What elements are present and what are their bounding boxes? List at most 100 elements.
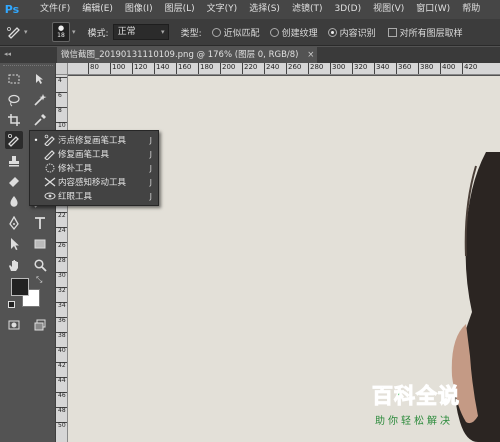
type-icon (35, 217, 45, 229)
ruler-tick-label: 260 (286, 63, 301, 74)
options-bar: ▾ ● 18 ▾ 模式: 正常 ▾ 类型: 近似匹配 创建纹理 内容识别 对所有… (0, 19, 500, 46)
screen-mode-icon (34, 319, 46, 331)
sample-all-layers-label: 对所有图层取样 (399, 28, 463, 39)
crop-tool[interactable] (5, 111, 23, 129)
menu-layer[interactable]: 图层(L) (159, 0, 201, 19)
menu-image[interactable]: 图像(I) (119, 0, 159, 19)
ruler-tick-label: 42 (56, 362, 67, 369)
menu-view[interactable]: 视图(V) (367, 0, 410, 19)
ruler-tick-label: 32 (56, 287, 67, 294)
ruler-tick-label: 360 (396, 63, 411, 74)
ruler-tick-label: 300 (330, 63, 345, 74)
menu-filter[interactable]: 滤镜(T) (286, 0, 329, 19)
radio-proximity-match[interactable] (211, 27, 221, 37)
panel-grip[interactable] (3, 65, 53, 68)
brush-size-picker[interactable]: ● 18 (52, 22, 70, 42)
mode-label: 模式: (87, 28, 109, 39)
shortcut-key: J (149, 163, 152, 173)
quick-mask-button[interactable] (5, 316, 23, 334)
blur-tool[interactable] (5, 193, 23, 211)
clone-stamp-tool[interactable] (5, 152, 23, 170)
ruler-tick-label: 340 (374, 63, 389, 74)
spot-healing-brush-tool[interactable] (5, 131, 23, 149)
rectangle-tool[interactable] (31, 235, 49, 253)
shortcut-key: J (149, 177, 152, 187)
hand-icon (9, 260, 18, 271)
ruler-tick-label: 80 (88, 63, 99, 74)
path-selection-tool[interactable] (5, 235, 23, 253)
marquee-tool[interactable] (5, 70, 23, 88)
ruler-tick-label: 34 (56, 302, 67, 309)
menu-3d[interactable]: 3D(D) (328, 0, 367, 19)
flyout-item-spot-healing-brush[interactable]: • 污点修复画笔工具 J (30, 133, 158, 147)
radio-content-aware-label: 内容识别 (339, 28, 376, 39)
flyout-item-red-eye[interactable]: 红眼工具 J (30, 189, 158, 203)
radio-create-texture[interactable] (269, 27, 279, 37)
ruler-tick-label: 320 (352, 63, 367, 74)
ruler-tick-label: 200 (220, 63, 235, 74)
pen-tool[interactable] (5, 214, 23, 232)
menu-bar: Ps 文件(F) 编辑(E) 图像(I) 图层(L) 文字(Y) 选择(S) 滤… (0, 0, 500, 19)
document-tab-title: 微信截图_20190131110109.png @ 176% (图层 0, RG… (61, 50, 299, 60)
document-tab[interactable]: 微信截图_20190131110109.png @ 176% (图层 0, RG… (57, 47, 317, 63)
menu-file[interactable]: 文件(F) (34, 0, 76, 19)
type-tool[interactable] (31, 214, 49, 232)
menu-type[interactable]: 文字(Y) (201, 0, 244, 19)
ruler-tick-label: 46 (56, 392, 67, 399)
foreground-color-swatch[interactable] (11, 278, 29, 296)
photoshop-logo[interactable]: Ps (2, 0, 22, 19)
ruler-tick-label: 380 (418, 63, 433, 74)
horizontal-ruler: 80 100 120 140 160 180 200 220 240 260 280 300 320 34… (68, 63, 500, 75)
close-icon[interactable]: × (307, 50, 314, 60)
magic-wand-tool[interactable] (31, 91, 49, 109)
ruler-tick-label: 160 (176, 63, 191, 74)
move-tool[interactable] (31, 70, 49, 88)
magic-wand-icon (34, 94, 47, 106)
pen-icon (9, 216, 19, 230)
content-aware-move-icon (44, 177, 56, 187)
ruler-tick-label: 280 (308, 63, 323, 74)
ruler-tick-label: 40 (56, 347, 67, 354)
eyedropper-tool[interactable] (31, 111, 49, 129)
sample-all-layers-checkbox[interactable] (387, 27, 397, 37)
ruler-origin[interactable] (56, 63, 68, 75)
swap-colors-icon[interactable]: ⤡ (36, 275, 42, 285)
tool-preset-picker[interactable]: ▾ (6, 22, 40, 42)
menu-select[interactable]: 选择(S) (243, 0, 286, 19)
menu-help[interactable]: 帮助 (456, 0, 486, 19)
lasso-icon (8, 94, 20, 107)
mode-value: 正常 (117, 27, 136, 37)
menu-edit[interactable]: 编辑(E) (76, 0, 119, 19)
collapse-panel-icon[interactable]: ◂◂ (4, 50, 11, 58)
menu-window[interactable]: 窗口(W) (410, 0, 456, 19)
screen-mode-button[interactable] (31, 316, 49, 334)
zoom-tool[interactable] (31, 256, 49, 274)
ruler-tick-label: 50 (56, 422, 67, 429)
hand-tool[interactable] (5, 256, 23, 274)
flyout-item-label: 修补工具 (58, 164, 93, 174)
radio-create-texture-label: 创建纹理 (281, 28, 318, 39)
default-colors-icon[interactable] (8, 301, 15, 308)
marquee-icon (8, 74, 20, 84)
eraser-tool[interactable] (5, 172, 23, 190)
ruler-tick-label: 36 (56, 317, 67, 324)
flyout-item-healing-brush[interactable]: 修复画笔工具 J (30, 147, 158, 161)
eyedropper-icon (34, 114, 46, 126)
flyout-item-patch[interactable]: 修补工具 J (30, 161, 158, 175)
selected-bullet-icon: • (33, 135, 39, 145)
lasso-tool[interactable] (5, 91, 23, 109)
ruler-tick-label: 26 (56, 242, 67, 249)
radio-proximity-match-label: 近似匹配 (223, 28, 260, 39)
shortcut-key: J (149, 149, 152, 159)
type-label: 类型: (180, 28, 202, 39)
flyout-item-content-aware-move[interactable]: 内容感知移动工具 J (30, 175, 158, 189)
ruler-tick-label: 24 (56, 227, 67, 234)
ruler-tick-label: 22 (56, 212, 67, 219)
radio-content-aware[interactable] (327, 27, 337, 37)
red-eye-icon (44, 192, 56, 200)
mode-select[interactable]: 正常 ▾ (112, 24, 169, 40)
path-selection-icon (11, 238, 19, 250)
watermark-title: 百科全说 (372, 384, 460, 409)
eraser-icon (9, 177, 19, 187)
spot-healing-brush-icon (7, 27, 20, 39)
